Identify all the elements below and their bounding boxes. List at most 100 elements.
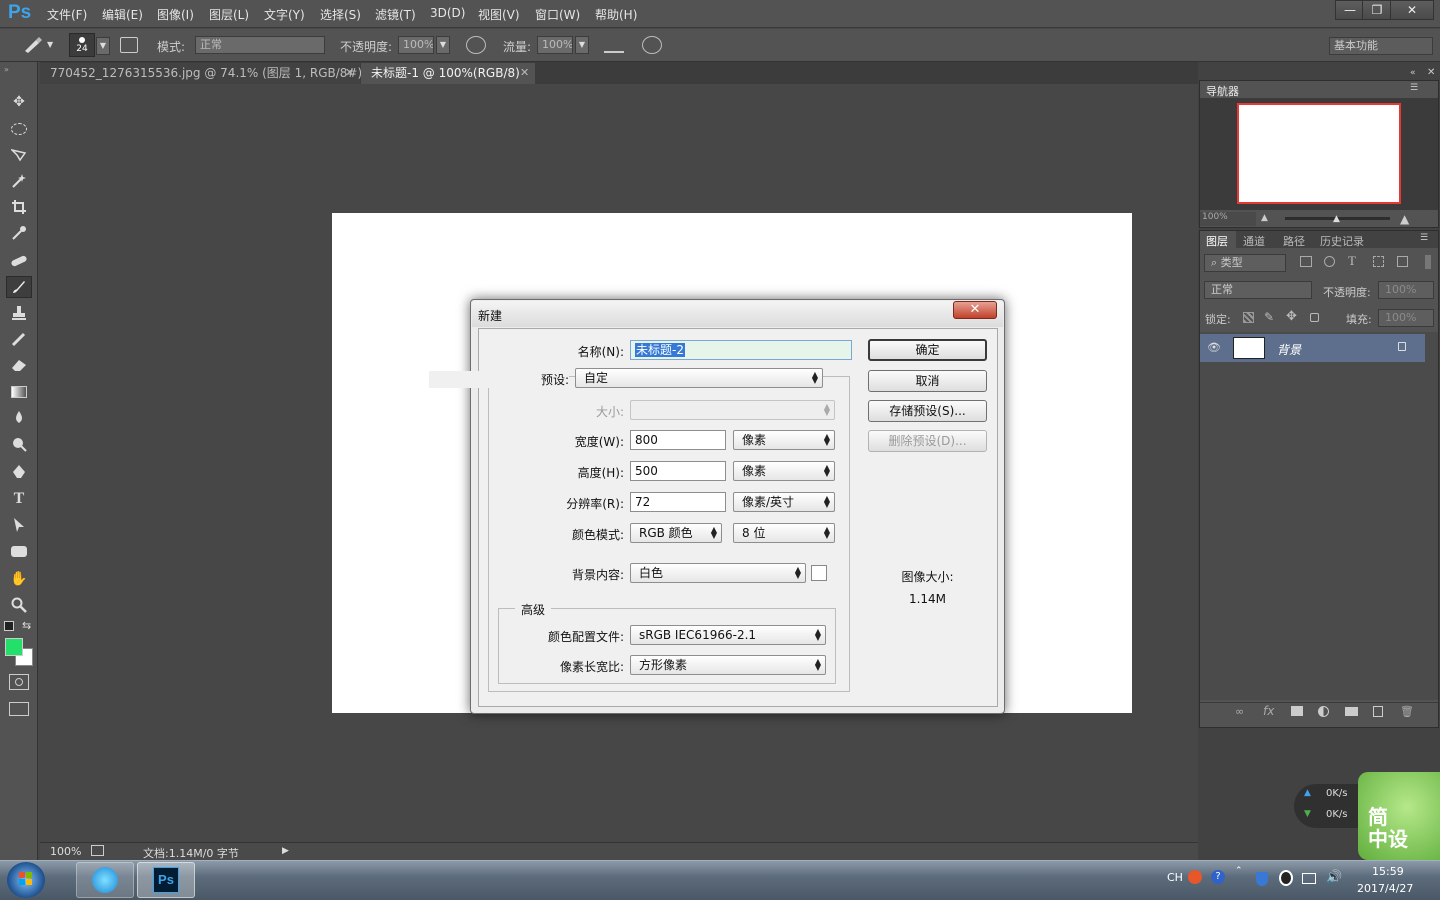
menu-window[interactable]: 窗口(W) (535, 6, 580, 23)
delete-preset-button[interactable]: 删除预设(D)... (868, 430, 987, 452)
quick-mask-icon[interactable] (9, 674, 29, 690)
lock-all-icon[interactable] (1310, 313, 1319, 322)
type-tool-icon[interactable]: T (6, 488, 32, 510)
menu-type[interactable]: 文字(Y) (264, 6, 305, 23)
brush-preset-icon[interactable] (22, 36, 44, 54)
size-select[interactable]: ▲ ▼ (630, 400, 835, 420)
background-contents-select[interactable]: 白色 ▲ ▼ (630, 563, 806, 583)
add-mask-icon[interactable] (1291, 706, 1303, 716)
filter-smart-object-icon[interactable] (1397, 256, 1408, 267)
menu-select[interactable]: 选择(S) (320, 6, 361, 23)
tab-untitled-close-icon[interactable]: ✕ (520, 66, 529, 79)
menu-3d[interactable]: 3D(D) (430, 6, 465, 20)
color-profile-select[interactable]: sRGB IEC61966-2.1 ▲ ▼ (630, 625, 826, 645)
export-icon[interactable] (91, 845, 104, 856)
clock-time[interactable]: 15:59 (1372, 865, 1404, 878)
flow-input[interactable]: 100% (537, 36, 573, 54)
tab-paths[interactable]: 路径 (1283, 233, 1305, 249)
background-color-preview[interactable] (811, 565, 827, 581)
dodge-tool-icon[interactable] (6, 433, 32, 455)
menu-layer[interactable]: 图层(L) (209, 6, 249, 23)
pressure-opacity-icon[interactable] (466, 36, 486, 54)
adjustment-layer-icon[interactable] (1318, 706, 1329, 717)
start-button[interactable] (7, 862, 45, 898)
volume-icon[interactable]: 🔊 (1326, 870, 1342, 885)
lock-pixels-icon[interactable]: ✎ (1264, 310, 1274, 324)
pixel-aspect-select[interactable]: 方形像素 ▲ ▼ (630, 655, 826, 675)
navigator-zoom-value[interactable]: 100% (1200, 212, 1256, 226)
default-colors-icon[interactable] (4, 621, 14, 631)
clone-stamp-tool-icon[interactable] (6, 302, 32, 324)
menu-edit[interactable]: 编辑(E) (102, 6, 143, 23)
brush-size-picker[interactable]: 24 (69, 33, 95, 57)
height-unit-select[interactable]: 像素 ▲ ▼ (733, 461, 835, 481)
qq-icon[interactable] (1279, 870, 1293, 886)
swap-colors-icon[interactable]: ⇆ (22, 619, 31, 632)
filter-toggle-icon[interactable] (1425, 255, 1431, 269)
foreground-color-swatch[interactable] (5, 638, 23, 656)
sogou-ime-icon[interactable] (1188, 870, 1202, 884)
mode-select[interactable]: 正常 (195, 36, 325, 54)
minimize-button[interactable]: — (1335, 0, 1365, 20)
toolbox-collapse-icon[interactable]: » (4, 65, 9, 74)
polygonal-lasso-tool-icon[interactable] (6, 144, 32, 166)
resolution-unit-select[interactable]: 像素/英寸 ▲ ▼ (733, 492, 835, 512)
fill-input[interactable]: 100% (1378, 309, 1434, 327)
rectangle-tool-icon[interactable] (6, 540, 32, 562)
close-window-button[interactable]: ✕ (1390, 0, 1434, 20)
dock-collapse-icon[interactable]: « (1410, 68, 1416, 78)
history-brush-tool-icon[interactable] (6, 328, 32, 350)
flow-dropdown-icon[interactable]: ▼ (575, 36, 589, 54)
tab-photo-document[interactable]: 770452_1276315536.jpg @ 74.1% (图层 1, RGB… (40, 63, 372, 84)
crop-tool-icon[interactable] (6, 196, 32, 218)
path-selection-tool-icon[interactable] (6, 514, 32, 536)
airbrush-icon[interactable] (604, 37, 624, 53)
hand-tool-icon[interactable]: ✋ (6, 568, 32, 590)
taskbar-photoshop-button[interactable]: Ps (137, 862, 195, 898)
move-tool-icon[interactable]: ✥ (6, 91, 32, 113)
link-layers-icon[interactable]: ∞ (1235, 705, 1244, 718)
brush-tool-icon[interactable] (6, 276, 32, 298)
elliptical-marquee-tool-icon[interactable] (6, 118, 32, 140)
clock-date[interactable]: 2017/4/27 (1357, 882, 1413, 895)
input-language[interactable]: CH (1167, 871, 1183, 884)
resolution-input[interactable]: 72 (630, 492, 726, 512)
zoom-in-icon[interactable]: ▲ (1400, 212, 1409, 226)
tab-layers[interactable]: 图层 (1200, 231, 1236, 248)
tab-channels[interactable]: 通道 (1243, 233, 1265, 249)
eyedropper-tool-icon[interactable] (6, 222, 32, 244)
magic-wand-tool-icon[interactable] (6, 170, 32, 192)
eraser-tool-icon[interactable] (6, 354, 32, 376)
cancel-button[interactable]: 取消 (868, 370, 987, 392)
zoom-out-icon[interactable]: ▲ (1261, 213, 1268, 223)
ok-button[interactable]: 确定 (868, 339, 987, 361)
width-unit-select[interactable]: 像素 ▲ ▼ (733, 430, 835, 450)
taskbar-browser-button[interactable] (76, 862, 134, 898)
filter-type-icon[interactable]: T (1348, 253, 1356, 269)
dialog-title-bar[interactable] (472, 301, 1003, 327)
layer-name[interactable]: 背景 (1277, 341, 1301, 358)
navigator-tab[interactable]: 导航器 (1200, 81, 1248, 98)
pressure-size-icon[interactable] (642, 36, 662, 54)
status-zoom[interactable]: 100% (50, 845, 81, 858)
gradient-tool-icon[interactable] (6, 381, 32, 403)
brush-panel-toggle-icon[interactable] (120, 37, 138, 53)
menu-view[interactable]: 视图(V) (478, 6, 520, 23)
filter-adjustment-icon[interactable] (1324, 256, 1335, 267)
zoom-tool-icon[interactable] (6, 594, 32, 616)
network-icon[interactable] (1302, 873, 1316, 884)
healing-brush-tool-icon[interactable] (6, 250, 32, 272)
lock-transparent-icon[interactable] (1243, 312, 1254, 323)
height-input[interactable]: 500 (630, 461, 726, 481)
dialog-close-icon[interactable]: ✕ (953, 301, 997, 319)
tab-photo-close-icon[interactable]: ✕ (345, 66, 354, 79)
navigator-view-box[interactable] (1237, 103, 1401, 204)
menu-file[interactable]: 文件(F) (47, 6, 87, 23)
filter-shape-icon[interactable] (1373, 256, 1384, 267)
menu-help[interactable]: 帮助(H) (595, 6, 637, 23)
blur-tool-icon[interactable] (6, 407, 32, 429)
menu-image[interactable]: 图像(I) (157, 6, 194, 23)
layers-menu-icon[interactable]: ☰ (1420, 233, 1428, 243)
opacity-input[interactable]: 100% (398, 36, 434, 54)
dock-close-icon[interactable]: ✕ (1427, 67, 1435, 78)
